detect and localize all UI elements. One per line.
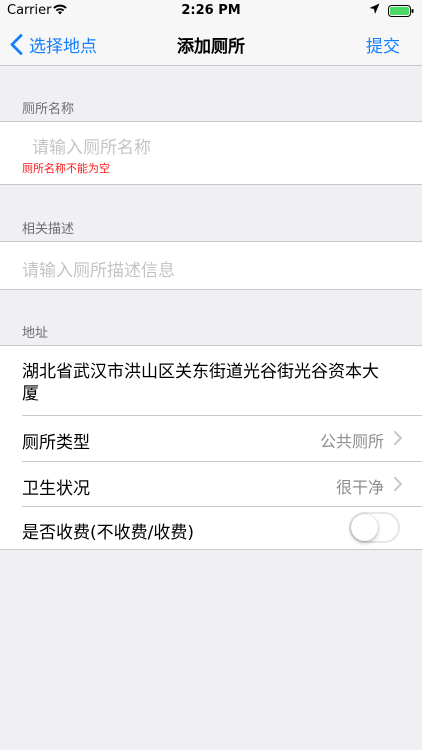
battery-icon (388, 5, 414, 17)
description-section-header: 相关描述 (22, 222, 75, 237)
name-group: 请输入厕所名称 厕所名称不能为空 (0, 121, 422, 185)
name-section-header: 厕所名称 (22, 102, 75, 117)
status-time: 2:26 PM (181, 3, 241, 18)
toilet-type-row[interactable]: 厕所类型 公共厕所 (0, 416, 422, 461)
chevron-right-icon (394, 431, 402, 445)
description-input[interactable]: 请输入厕所描述信息 (22, 256, 175, 281)
address-section-header: 地址 (22, 326, 49, 341)
hygiene-label: 卫生状况 (22, 479, 90, 499)
toilet-type-label: 厕所类型 (22, 433, 90, 453)
toggle-knob (351, 514, 378, 541)
page-title: 添加厕所 (177, 36, 245, 57)
chevron-right-icon (394, 477, 402, 491)
hygiene-row[interactable]: 卫生状况 很干净 (0, 462, 422, 507)
address-text: 湖北省武汉市洪山区关东街道光谷街光谷资本大 厦 (22, 361, 379, 405)
hygiene-value: 很干净 (335, 478, 384, 497)
status-bar: Carrier 2:26 PM (0, 0, 422, 22)
toilet-type-value: 公共厕所 (319, 432, 384, 451)
description-group: 请输入厕所描述信息 (0, 241, 422, 290)
address-group: 湖北省武汉市洪山区关东街道光谷街光谷资本大 厦 厕所类型 公共厕所 卫生状况 很… (0, 345, 422, 550)
fee-row: 是否收费(不收费/收费) (0, 506, 422, 551)
fee-toggle[interactable] (349, 512, 400, 543)
address-line-1: 湖北省武汉市洪山区关东街道光谷街光谷资本大 (22, 362, 379, 382)
fee-label: 是否收费(不收费/收费) (22, 523, 194, 543)
name-input[interactable]: 请输入厕所名称 (32, 133, 151, 158)
submit-button[interactable]: 提交 (366, 22, 400, 66)
name-error-message: 厕所名称不能为空 (22, 162, 110, 175)
navigation-bar: 选择地点 添加厕所 提交 (0, 22, 422, 66)
address-line-2: 厦 (22, 384, 39, 404)
location-arrow-icon (369, 3, 380, 19)
